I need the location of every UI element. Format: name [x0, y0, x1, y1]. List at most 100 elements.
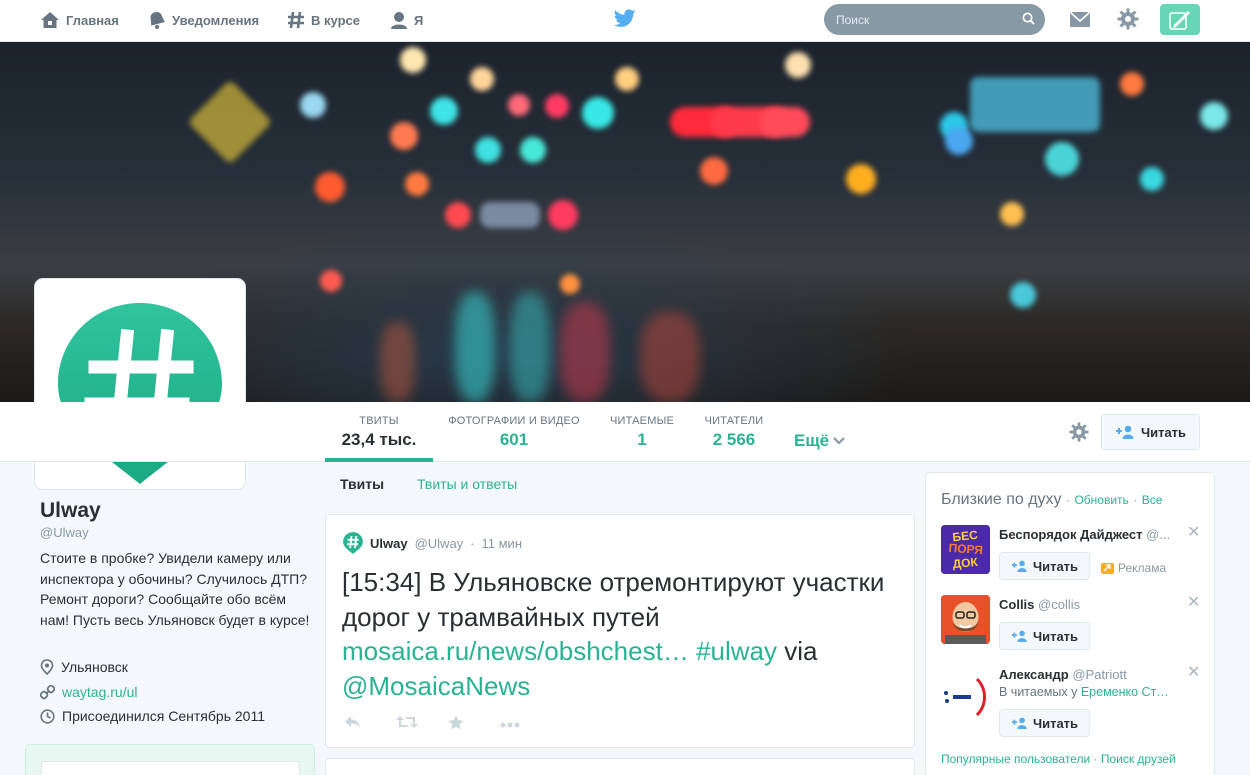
search-input[interactable]	[824, 4, 1045, 35]
tweet-card[interactable]: Ulway @Ulway · 11 мин [15:34] В Ульяновс…	[325, 514, 915, 748]
stat-media[interactable]: ФОТОГРАФИИ И ВИДЕО 601	[444, 402, 584, 462]
more-options-icon[interactable]	[500, 715, 552, 735]
suggestion-context-name[interactable]: Еременко Ст…	[1081, 685, 1169, 699]
view-all-link[interactable]: Все	[1142, 493, 1163, 507]
tab-tweets[interactable]: Твиты	[340, 476, 384, 492]
profile-website[interactable]: waytag.ru/ul	[40, 684, 137, 700]
more-label: Ещё	[794, 431, 830, 450]
tweet-to-input[interactable]	[41, 761, 300, 775]
suggestion-avatar[interactable]	[941, 595, 990, 644]
suggestion-follow-button[interactable]: Читать	[999, 552, 1090, 580]
dismiss-close-icon[interactable]: ✕	[1187, 525, 1200, 541]
search-box[interactable]	[824, 4, 1045, 35]
favorite-star-icon[interactable]	[448, 715, 500, 735]
dismiss-close-icon[interactable]: ✕	[1187, 595, 1200, 611]
quill-icon	[1169, 10, 1190, 30]
find-friends-link[interactable]: Поиск друзей	[1101, 752, 1176, 766]
profile-bio: Стоите в пробке? Увидели камеру или инсп…	[40, 550, 310, 628]
suggestion-follow-label: Читать	[1032, 628, 1079, 644]
nav-notifications-label: Уведомления	[172, 12, 260, 28]
who-to-follow-header: Близкие по духу · Обновить · Все	[941, 491, 1162, 509]
nav-home[interactable]: Главная	[40, 0, 119, 40]
tweet-separator: ·	[470, 535, 475, 551]
suggestion-name-line[interactable]: Беспорядок Дайджест @...	[999, 527, 1179, 542]
suggestion-handle: @...	[1146, 527, 1171, 542]
suggestion-name-line[interactable]: Collis @collis	[999, 597, 1179, 612]
person-icon	[391, 12, 407, 29]
stat-followers-value: 2 566	[712, 430, 756, 449]
stat-tweets-label: ТВИТЫ	[359, 415, 399, 427]
tweet-timestamp[interactable]: 11 мин	[482, 536, 523, 551]
tweet-text: [15:34] В Ульяновске отремонтируют участ…	[342, 565, 902, 703]
tweet-author-name[interactable]: Ulway	[370, 536, 408, 551]
home-icon	[41, 12, 59, 28]
chevron-down-icon	[833, 437, 845, 445]
stat-followers-label: ЧИТАТЕЛИ	[704, 415, 764, 427]
nav-me[interactable]: Я	[390, 0, 423, 40]
nav-discover-label: В курсе	[311, 12, 360, 28]
stat-following-label: ЧИТАЕМЫЕ	[609, 415, 675, 427]
who-to-follow-sep-2: ·	[1133, 493, 1138, 507]
profile-location-text: Ульяновск	[61, 659, 128, 675]
compose-tweet-button[interactable]	[1160, 4, 1200, 35]
tweet-avatar-icon[interactable]	[343, 531, 363, 555]
settings-gear-icon[interactable]	[1117, 8, 1139, 35]
collis-cartoon-avatar	[941, 595, 990, 644]
popular-accounts-link[interactable]: Популярные пользователи	[941, 752, 1090, 766]
profile-location: Ульяновск	[40, 659, 128, 675]
retweet-icon[interactable]	[396, 715, 448, 735]
who-to-follow-module: Близкие по духу · Обновить · Все БЕС ПОРЯ…	[925, 472, 1215, 775]
add-user-icon	[1115, 425, 1134, 439]
suggestion-avatar[interactable]: БЕС ПОРЯ ДОК	[941, 525, 990, 574]
stat-following[interactable]: ЧИТАЕМЫЕ 1	[606, 402, 678, 462]
suggestion-follow-button[interactable]: Читать	[999, 709, 1090, 737]
profile-handle: @Ulway	[40, 525, 89, 540]
follow-button[interactable]: Читать	[1101, 414, 1200, 450]
dismiss-close-icon[interactable]: ✕	[1187, 665, 1200, 681]
suggestion-name: Беспорядок Дайджест	[999, 527, 1143, 542]
suggestion-follow-button[interactable]: Читать	[999, 622, 1090, 650]
profile-settings-gear-icon[interactable]	[1069, 422, 1089, 447]
tweet-card-next[interactable]	[325, 758, 915, 775]
tweet-via: via	[777, 636, 818, 666]
promoted-label: Реклама	[1118, 561, 1167, 575]
stat-followers[interactable]: ЧИТАТЕЛИ 2 566	[700, 402, 768, 462]
tweet-mention[interactable]: @MosaicaNews	[342, 671, 530, 701]
tweet-hashtag[interactable]: #ulway	[696, 636, 777, 666]
tweet-to-box	[25, 744, 315, 775]
top-navigation: Главная Уведомления В курсе Я	[0, 0, 1250, 42]
twitter-logo-icon[interactable]	[613, 9, 636, 33]
nav-discover[interactable]: В курсе	[287, 0, 360, 40]
stat-media-label: ФОТОГРАФИИ И ВИДЕО	[448, 415, 580, 427]
tweet-link[interactable]: mosaica.ru/news/obshchest…	[342, 636, 689, 666]
suggestion-name: Collis	[999, 597, 1035, 612]
tweet-body: [15:34] В Ульяновске отремонтируют участ…	[342, 567, 885, 632]
clock-icon	[40, 708, 55, 724]
nav-notifications[interactable]: Уведомления	[148, 0, 259, 40]
who-to-follow-sep: ·	[1066, 493, 1071, 507]
suggestion-avatar[interactable]	[941, 671, 990, 720]
messages-icon[interactable]	[1069, 10, 1091, 33]
reply-icon[interactable]	[344, 715, 396, 735]
more-dropdown[interactable]: Ещё	[794, 431, 846, 451]
suggestion-name-line[interactable]: Александр @Patriott	[999, 667, 1179, 682]
svg-text:ПОРЯ: ПОРЯ	[948, 541, 983, 557]
refresh-link[interactable]: Обновить	[1074, 493, 1128, 507]
add-user-icon	[1011, 717, 1027, 729]
profile-joined: Присоединился Сентябрь 2011	[40, 708, 265, 724]
promoted-badge: Реклама	[1101, 561, 1166, 575]
suggestion-context-text: В читаемых у	[999, 685, 1081, 699]
suggestion-item: Александр @Patriott ✕ В читаемых у Ереме…	[941, 665, 1201, 737]
tab-tweets-and-replies[interactable]: Твиты и ответы	[417, 476, 517, 492]
search-icon[interactable]	[1022, 12, 1035, 25]
profile-name[interactable]: Ulway	[40, 499, 101, 523]
add-user-icon	[1011, 630, 1027, 642]
add-user-icon	[1011, 560, 1027, 572]
stat-tweets[interactable]: ТВИТЫ 23,4 тыс.	[325, 402, 433, 462]
profile-joined-text: Присоединился Сентябрь 2011	[62, 708, 265, 724]
hashtag-icon	[288, 11, 304, 29]
tweet-author-handle: @Ulway	[414, 535, 464, 551]
profile-website-link[interactable]: waytag.ru/ul	[62, 684, 137, 700]
promoted-icon	[1101, 562, 1114, 574]
profile-navigation: ТВИТЫ 23,4 тыс. ФОТОГРАФИИ И ВИДЕО 601 Ч…	[0, 402, 1250, 462]
